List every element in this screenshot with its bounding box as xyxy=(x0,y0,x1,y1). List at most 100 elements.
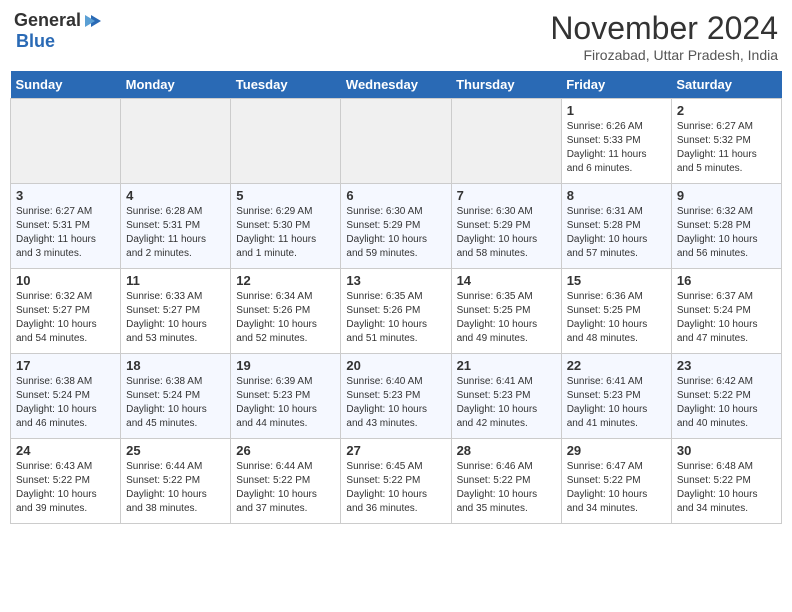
calendar-cell: 12 Sunrise: 6:34 AMSunset: 5:26 PMDayligh… xyxy=(231,269,341,354)
logo: General Blue xyxy=(14,10,103,52)
calendar-table: SundayMondayTuesdayWednesdayThursdayFrid… xyxy=(10,71,782,524)
day-number: 8 xyxy=(567,188,666,203)
day-number: 30 xyxy=(677,443,776,458)
weekday-header-thursday: Thursday xyxy=(451,71,561,99)
calendar-cell xyxy=(451,99,561,184)
weekday-header-monday: Monday xyxy=(121,71,231,99)
day-number: 1 xyxy=(567,103,666,118)
calendar-cell xyxy=(231,99,341,184)
day-number: 4 xyxy=(126,188,225,203)
day-number: 24 xyxy=(16,443,115,458)
calendar-week-row: 17 Sunrise: 6:38 AMSunset: 5:24 PMDayligh… xyxy=(11,354,782,439)
calendar-cell: 26 Sunrise: 6:44 AMSunset: 5:22 PMDayligh… xyxy=(231,439,341,524)
day-number: 21 xyxy=(457,358,556,373)
calendar-cell xyxy=(341,99,451,184)
weekday-header-wednesday: Wednesday xyxy=(341,71,451,99)
day-info: Sunrise: 6:31 AMSunset: 5:28 PMDaylight:… xyxy=(567,205,666,261)
title-block: November 2024 Firozabad, Uttar Pradesh, … xyxy=(550,10,778,63)
day-info: Sunrise: 6:33 AMSunset: 5:27 PMDaylight:… xyxy=(126,290,225,346)
calendar-cell xyxy=(121,99,231,184)
calendar-cell: 9 Sunrise: 6:32 AMSunset: 5:28 PMDaylight… xyxy=(671,184,781,269)
day-number: 5 xyxy=(236,188,335,203)
day-info: Sunrise: 6:39 AMSunset: 5:23 PMDaylight:… xyxy=(236,375,335,431)
day-number: 14 xyxy=(457,273,556,288)
calendar-cell: 22 Sunrise: 6:41 AMSunset: 5:23 PMDayligh… xyxy=(561,354,671,439)
day-number: 26 xyxy=(236,443,335,458)
day-info: Sunrise: 6:35 AMSunset: 5:26 PMDaylight:… xyxy=(346,290,445,346)
calendar-cell: 14 Sunrise: 6:35 AMSunset: 5:25 PMDayligh… xyxy=(451,269,561,354)
calendar-cell: 13 Sunrise: 6:35 AMSunset: 5:26 PMDayligh… xyxy=(341,269,451,354)
day-info: Sunrise: 6:46 AMSunset: 5:22 PMDaylight:… xyxy=(457,460,556,516)
location-text: Firozabad, Uttar Pradesh, India xyxy=(550,47,778,63)
logo-general-text: General xyxy=(14,10,81,31)
calendar-cell: 29Sunrise: 6:47 AMSunset: 5:22 PMDayligh… xyxy=(561,439,671,524)
day-info: Sunrise: 6:27 AMSunset: 5:32 PMDaylight:… xyxy=(677,120,776,176)
calendar-cell: 17 Sunrise: 6:38 AMSunset: 5:24 PMDayligh… xyxy=(11,354,121,439)
day-info: Sunrise: 6:40 AMSunset: 5:23 PMDaylight:… xyxy=(346,375,445,431)
day-info: Sunrise: 6:41 AMSunset: 5:23 PMDaylight:… xyxy=(457,375,556,431)
day-number: 12 xyxy=(236,273,335,288)
day-info: Sunrise: 6:29 AMSunset: 5:30 PMDaylight:… xyxy=(236,205,335,261)
calendar-cell: 3Sunrise: 6:27 AMSunset: 5:31 PMDaylight… xyxy=(11,184,121,269)
calendar-cell: 30Sunrise: 6:48 AMSunset: 5:22 PMDayligh… xyxy=(671,439,781,524)
day-number: 22 xyxy=(567,358,666,373)
weekday-header-friday: Friday xyxy=(561,71,671,99)
day-number: 9 xyxy=(677,188,776,203)
logo-blue-text: Blue xyxy=(16,31,55,51)
calendar-cell xyxy=(11,99,121,184)
calendar-week-row: 24 Sunrise: 6:43 AMSunset: 5:22 PMDayligh… xyxy=(11,439,782,524)
day-number: 20 xyxy=(346,358,445,373)
calendar-cell: 25 Sunrise: 6:44 AMSunset: 5:22 PMDayligh… xyxy=(121,439,231,524)
day-info: Sunrise: 6:28 AMSunset: 5:31 PMDaylight:… xyxy=(126,205,225,261)
day-info: Sunrise: 6:32 AMSunset: 5:28 PMDaylight:… xyxy=(677,205,776,261)
day-number: 6 xyxy=(346,188,445,203)
day-info: Sunrise: 6:34 AMSunset: 5:26 PMDaylight:… xyxy=(236,290,335,346)
day-number: 18 xyxy=(126,358,225,373)
calendar-cell: 11 Sunrise: 6:33 AMSunset: 5:27 PMDayligh… xyxy=(121,269,231,354)
day-info: Sunrise: 6:45 AMSunset: 5:22 PMDaylight:… xyxy=(346,460,445,516)
day-info: Sunrise: 6:44 AMSunset: 5:22 PMDaylight:… xyxy=(236,460,335,516)
day-info: Sunrise: 6:37 AMSunset: 5:24 PMDaylight:… xyxy=(677,290,776,346)
calendar-cell: 6 Sunrise: 6:30 AMSunset: 5:29 PMDaylight… xyxy=(341,184,451,269)
calendar-cell: 20 Sunrise: 6:40 AMSunset: 5:23 PMDayligh… xyxy=(341,354,451,439)
weekday-header-sunday: Sunday xyxy=(11,71,121,99)
calendar-cell: 19 Sunrise: 6:39 AMSunset: 5:23 PMDayligh… xyxy=(231,354,341,439)
calendar-cell: 10Sunrise: 6:32 AMSunset: 5:27 PMDayligh… xyxy=(11,269,121,354)
calendar-cell: 16Sunrise: 6:37 AMSunset: 5:24 PMDayligh… xyxy=(671,269,781,354)
calendar-cell: 21 Sunrise: 6:41 AMSunset: 5:23 PMDayligh… xyxy=(451,354,561,439)
day-number: 11 xyxy=(126,273,225,288)
day-info: Sunrise: 6:38 AMSunset: 5:24 PMDaylight:… xyxy=(126,375,225,431)
day-number: 19 xyxy=(236,358,335,373)
day-number: 27 xyxy=(346,443,445,458)
calendar-cell: 2 Sunrise: 6:27 AMSunset: 5:32 PMDaylight… xyxy=(671,99,781,184)
calendar-week-row: 3Sunrise: 6:27 AMSunset: 5:31 PMDaylight… xyxy=(11,184,782,269)
calendar-cell: 24 Sunrise: 6:43 AMSunset: 5:22 PMDayligh… xyxy=(11,439,121,524)
day-info: Sunrise: 6:43 AMSunset: 5:22 PMDaylight:… xyxy=(16,460,115,516)
day-number: 10 xyxy=(16,273,115,288)
weekday-header-tuesday: Tuesday xyxy=(231,71,341,99)
day-number: 25 xyxy=(126,443,225,458)
day-number: 7 xyxy=(457,188,556,203)
day-number: 13 xyxy=(346,273,445,288)
calendar-cell: 23 Sunrise: 6:42 AMSunset: 5:22 PMDayligh… xyxy=(671,354,781,439)
day-info: Sunrise: 6:36 AMSunset: 5:25 PMDaylight:… xyxy=(567,290,666,346)
calendar-cell: 28 Sunrise: 6:46 AMSunset: 5:22 PMDayligh… xyxy=(451,439,561,524)
day-info: Sunrise: 6:42 AMSunset: 5:22 PMDaylight:… xyxy=(677,375,776,431)
day-number: 28 xyxy=(457,443,556,458)
day-number: 17 xyxy=(16,358,115,373)
calendar-cell: 1Sunrise: 6:26 AMSunset: 5:33 PMDaylight… xyxy=(561,99,671,184)
day-number: 2 xyxy=(677,103,776,118)
calendar-cell: 8 Sunrise: 6:31 AMSunset: 5:28 PMDaylight… xyxy=(561,184,671,269)
day-info: Sunrise: 6:44 AMSunset: 5:22 PMDaylight:… xyxy=(126,460,225,516)
day-number: 23 xyxy=(677,358,776,373)
calendar-cell: 4 Sunrise: 6:28 AMSunset: 5:31 PMDaylight… xyxy=(121,184,231,269)
weekday-header-row: SundayMondayTuesdayWednesdayThursdayFrid… xyxy=(11,71,782,99)
day-info: Sunrise: 6:30 AMSunset: 5:29 PMDaylight:… xyxy=(346,205,445,261)
day-number: 15 xyxy=(567,273,666,288)
day-info: Sunrise: 6:38 AMSunset: 5:24 PMDaylight:… xyxy=(16,375,115,431)
day-info: Sunrise: 6:41 AMSunset: 5:23 PMDaylight:… xyxy=(567,375,666,431)
day-info: Sunrise: 6:35 AMSunset: 5:25 PMDaylight:… xyxy=(457,290,556,346)
calendar-cell: 7Sunrise: 6:30 AMSunset: 5:29 PMDaylight… xyxy=(451,184,561,269)
day-info: Sunrise: 6:47 AMSunset: 5:22 PMDaylight:… xyxy=(567,460,666,516)
calendar-cell: 5 Sunrise: 6:29 AMSunset: 5:30 PMDaylight… xyxy=(231,184,341,269)
